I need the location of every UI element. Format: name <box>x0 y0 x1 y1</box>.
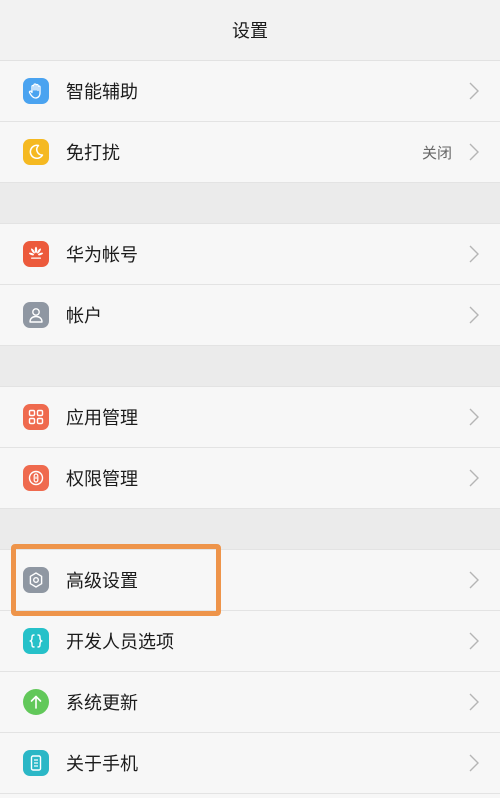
settings-item-label: 应用管理 <box>66 408 138 429</box>
chevron-right-icon <box>468 468 480 488</box>
settings-item-permissions[interactable]: 权限管理 <box>0 448 500 509</box>
chevron-right-icon <box>468 142 480 162</box>
chevron-right-icon <box>468 305 480 325</box>
chevron-right-icon <box>468 570 480 590</box>
page-title: 设置 <box>232 21 268 42</box>
grid-icon <box>23 404 49 430</box>
person-icon <box>23 302 49 328</box>
section-divider <box>0 183 500 224</box>
settings-item-label: 免打扰 <box>66 143 120 164</box>
settings-item-label: 系统更新 <box>66 693 138 714</box>
chevron-right-icon <box>468 692 480 712</box>
settings-item-label: 智能辅助 <box>66 82 138 103</box>
settings-item-advanced[interactable]: 高级设置 <box>0 550 500 611</box>
settings-item-label: 开发人员选项 <box>66 632 174 653</box>
settings-item-label: 高级设置 <box>66 571 138 592</box>
section-divider <box>0 346 500 387</box>
arrow-up-icon <box>23 689 49 715</box>
phone-icon <box>23 750 49 776</box>
braces-icon <box>23 628 49 654</box>
settings-item-accounts[interactable]: 帐户 <box>0 285 500 346</box>
chevron-right-icon <box>468 753 480 773</box>
dnd-status-value: 关闭 <box>421 143 452 162</box>
hand-icon <box>23 78 49 104</box>
settings-item-smart-assist[interactable]: 智能辅助 <box>0 61 500 122</box>
settings-item-system-update[interactable]: 系统更新 <box>0 672 500 733</box>
shield-icon <box>23 465 49 491</box>
settings-item-huawei-account[interactable]: 华为帐号 <box>0 224 500 285</box>
moon-icon <box>23 139 49 165</box>
chevron-right-icon <box>468 631 480 651</box>
settings-screen: 设置 智能辅助 免打扰 关闭 华为帐号 帐户 应用管理 权限管理 高级设置 开发… <box>0 0 500 798</box>
settings-item-label: 权限管理 <box>66 469 138 490</box>
gear-icon <box>23 567 49 593</box>
settings-item-developer-options[interactable]: 开发人员选项 <box>0 611 500 672</box>
settings-item-do-not-disturb[interactable]: 免打扰 关闭 <box>0 122 500 183</box>
title-bar: 设置 <box>0 0 500 61</box>
settings-item-apps[interactable]: 应用管理 <box>0 387 500 448</box>
section-divider <box>0 509 500 550</box>
chevron-right-icon <box>468 244 480 264</box>
settings-item-label: 帐户 <box>66 306 102 327</box>
chevron-right-icon <box>468 81 480 101</box>
settings-item-label: 关于手机 <box>66 754 138 775</box>
settings-item-label: 华为帐号 <box>66 245 138 266</box>
chevron-right-icon <box>468 407 480 427</box>
settings-item-about-phone[interactable]: 关于手机 <box>0 733 500 794</box>
huawei-logo-icon <box>23 241 49 267</box>
